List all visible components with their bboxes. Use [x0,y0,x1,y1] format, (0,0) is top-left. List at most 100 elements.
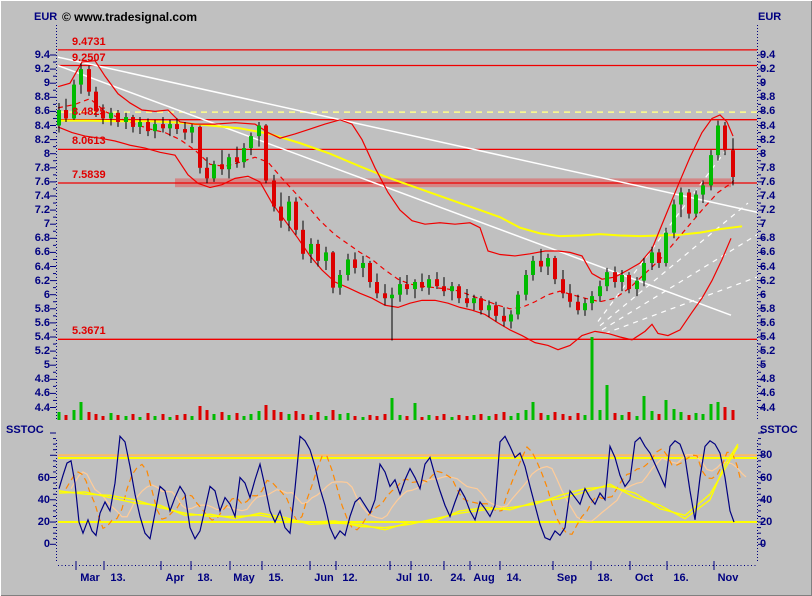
price-tick-label: 5 [43,359,50,372]
volume-bar [694,413,698,420]
price-level-label: 5.3671 [72,325,106,338]
price-level-label: 9.2507 [72,51,106,64]
volume-bar [353,416,357,420]
price-tick-label: 4.8 [760,373,776,386]
volume-bar [257,411,261,420]
candle-body [272,180,276,207]
sstoc-fast-line [58,434,735,541]
volume-bar [272,410,276,420]
candle-body [264,125,268,181]
volume-bar [212,414,216,420]
volume-bar [57,412,61,420]
date-tick-label: 15. [268,572,284,584]
candle-body [561,279,565,294]
candle-body [568,293,572,302]
candle-body [694,194,698,214]
candle-body [450,286,454,292]
candle-body [583,303,587,311]
candle-body [249,136,253,149]
candle-body [324,252,328,261]
volume-bar [294,411,298,420]
volume-bar [605,385,609,420]
price-tick-label: 6 [760,288,767,301]
candle-body [516,294,520,315]
volume-bar [435,416,439,420]
date-tick-label: 14. [506,572,522,584]
volume-bar [479,414,483,420]
candle-body [716,125,720,156]
volume-bar [101,416,105,420]
date-tick-label: 16. [673,572,689,584]
price-tick-label: 8.6 [760,105,776,118]
price-tick-label: 4.6 [34,387,50,400]
volume-bar [568,416,572,420]
candle-body [657,252,661,263]
candle-body [198,126,202,168]
candle-body [531,260,535,275]
date-tick-label: 18. [597,572,613,584]
candle-body [183,129,187,133]
candle-body [57,109,61,126]
candle-body [553,258,557,280]
sstoc-tick-label: 0 [760,538,767,551]
candle-body [205,167,209,179]
price-tick-label: 8.2 [760,133,776,146]
price-tick-label: 8.6 [34,105,50,118]
candle-body [235,157,239,163]
price-tick-label: 7.8 [760,161,776,174]
volume-bar [450,417,454,420]
volume-bar [64,415,68,420]
volume-bar [146,413,150,420]
trading-chart-window: EUR © www.tradesignal.com EUR 9.4 9.2 9 8.8… [0,0,812,596]
candle-body [138,121,142,127]
candle-body [723,125,727,151]
volume-bar [131,414,135,420]
volume-bar [316,412,320,420]
candle-body [353,259,357,268]
candle-body [346,259,350,275]
candle-body [457,286,461,299]
volume-bar [220,412,224,420]
volume-bar [627,412,631,420]
price-tick-label: 8.8 [760,91,776,104]
volume-bar [205,410,209,420]
candle-body [161,124,165,129]
candle-body [642,262,646,281]
volume-bar [687,415,691,420]
price-tick-label: 6.2 [760,274,776,287]
candle-body [398,284,402,295]
candle-body [190,126,194,133]
price-tick-label: 9.4 [760,49,776,61]
price-tick-label: 6.4 [34,260,50,273]
volume-bar [242,416,246,420]
price-level-label: 8.0613 [72,135,106,148]
volume-bar [168,417,172,420]
volume-bar [153,416,157,420]
candle-body [427,279,431,288]
candle-body [627,274,631,290]
price-tick-label: 4.4 [34,401,50,414]
candle-body [87,69,91,92]
candle-body [227,157,231,170]
price-level-label: 7.5839 [72,169,106,182]
sstoc-label-left: SSTOC [6,424,44,436]
volume-bar [79,402,83,420]
sstoc-tick-label: 40 [37,493,50,506]
volume-bar [235,413,239,420]
candle-body [124,117,128,122]
candle-body [679,192,683,205]
candle-body [257,125,261,137]
volume-bar [338,414,342,420]
candle-body [672,204,676,233]
volume-bar [264,405,268,420]
volume-bar [709,404,713,420]
price-tick-label: 4.6 [760,387,776,400]
candle-body [539,260,543,267]
volume-bar [546,415,550,420]
price-tick-label: 9.2 [760,63,776,76]
volume-bar [87,412,91,420]
volume-bar [249,414,253,420]
candle-body [294,201,298,230]
price-tick-label: 8 [43,147,50,160]
candle-body [701,185,705,195]
